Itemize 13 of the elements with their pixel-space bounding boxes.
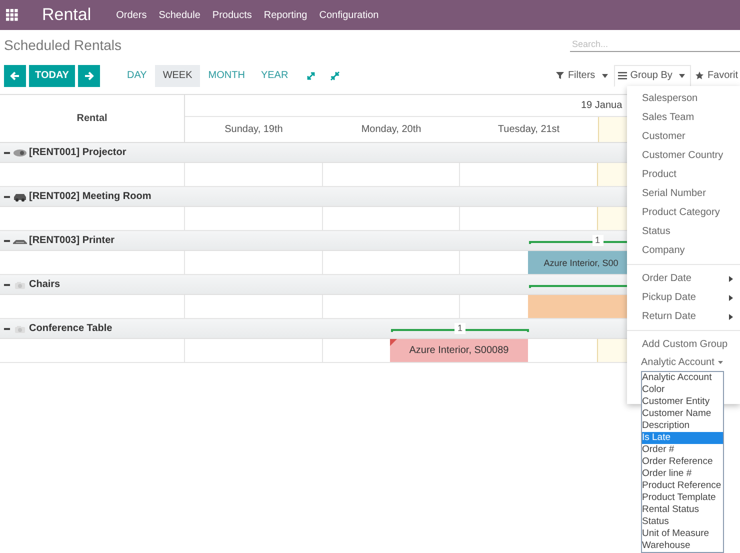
bar-count: 1 [592,235,603,246]
group-name: Chairs [29,279,60,290]
group-name: Conference Table [29,323,112,334]
page-title: Scheduled Rentals [4,37,122,55]
day-header: Sunday, 19th [224,123,284,137]
group-name: [RENT002] Meeting Room [29,191,152,202]
day-header: Monday, 20th [360,123,422,137]
app-title: Rental [42,5,92,25]
bar-count: 1 [454,323,466,334]
group-name: [RENT003] Printer [29,235,115,246]
column-header: Rental [0,95,185,142]
group-name: [RENT001] Projector [29,147,126,158]
day-header: Tuesday, 21st [496,123,561,137]
